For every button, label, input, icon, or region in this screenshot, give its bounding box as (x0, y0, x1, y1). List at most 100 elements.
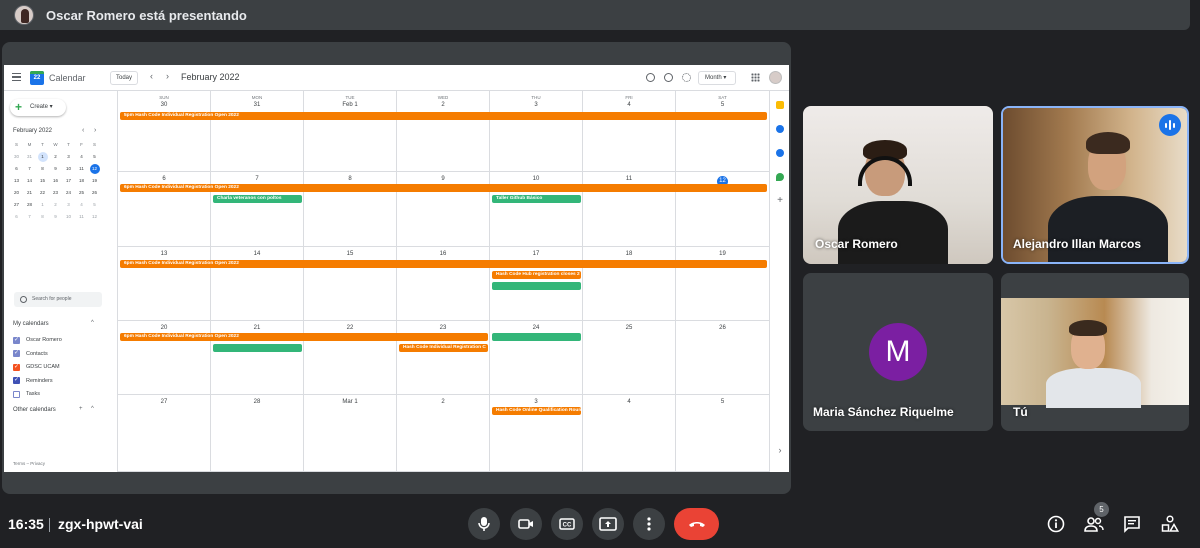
mini-day[interactable]: 12 (88, 163, 101, 175)
day-cell[interactable]: 28 (211, 395, 304, 472)
calendar-event[interactable]: Hash Code Online Qualification Roun (492, 407, 581, 415)
mini-day[interactable]: 11 (75, 163, 88, 175)
day-cell[interactable]: 16 (397, 247, 490, 321)
chevron-up-icon[interactable]: ^ (91, 406, 94, 412)
mini-day[interactable]: 16 (49, 175, 62, 187)
day-number[interactable]: 5 (676, 399, 769, 405)
mini-day[interactable]: 27 (10, 199, 23, 211)
chevron-up-icon[interactable]: ^ (91, 320, 94, 326)
mini-day[interactable]: 6 (10, 163, 23, 175)
checkbox-icon[interactable] (13, 390, 20, 398)
mini-day[interactable]: 4 (75, 151, 88, 163)
day-number[interactable]: 3 (490, 102, 582, 108)
calendar-checkbox-item[interactable]: ✓ GDSC UCAM (13, 362, 60, 372)
day-cell[interactable]: THU 3 (490, 91, 583, 172)
participant-tile-maria[interactable]: M Maria Sánchez Riquelme (803, 273, 993, 431)
day-cell[interactable]: MON 31 (211, 91, 304, 172)
mini-next-icon[interactable]: › (94, 127, 96, 134)
present-screen-button[interactable] (592, 508, 624, 540)
settings-gear-icon[interactable] (682, 73, 691, 82)
calendar-event[interactable]: 6pm Hash Code Individual Registration Op… (120, 260, 767, 268)
calendar-event[interactable] (492, 282, 581, 290)
calendar-event[interactable]: Taller Github Básico (492, 195, 581, 203)
day-number[interactable]: 6 (118, 176, 210, 182)
participant-tile-alejandro[interactable]: Alejandro Illan Marcos (1001, 106, 1189, 264)
create-button[interactable]: + Create ▾ (10, 99, 66, 116)
mini-prev-icon[interactable]: ‹ (82, 127, 84, 134)
day-number[interactable]: 13 (118, 251, 210, 257)
day-number[interactable]: 21 (211, 325, 303, 331)
day-cell[interactable]: Mar 1 (304, 395, 397, 472)
day-number[interactable]: 2 (397, 399, 489, 405)
day-cell[interactable]: 15 (304, 247, 397, 321)
day-number[interactable]: Feb 1 (304, 102, 396, 108)
day-number[interactable]: 16 (397, 251, 489, 257)
self-view-tile[interactable]: Tú (1001, 273, 1189, 431)
view-select[interactable]: Month ▾ (698, 71, 736, 85)
day-number[interactable]: 24 (490, 325, 582, 331)
day-number[interactable]: 7 (211, 176, 303, 182)
participant-tile-oscar[interactable]: Oscar Romero (803, 106, 993, 264)
mini-day[interactable]: 10 (62, 211, 75, 223)
calendar-event[interactable]: Hash Code Hub registration closes 2 (492, 271, 581, 279)
day-number[interactable]: 20 (118, 325, 210, 331)
mini-day[interactable]: 30 (10, 151, 23, 163)
calendar-event[interactable]: Charla veteranos con poltos (213, 195, 302, 203)
camera-button[interactable] (510, 508, 542, 540)
maps-icon[interactable] (776, 173, 784, 181)
day-number[interactable]: 3 (490, 399, 582, 405)
mini-day[interactable]: 2 (49, 199, 62, 211)
day-number[interactable]: 15 (304, 251, 396, 257)
mini-day[interactable]: 31 (23, 151, 36, 163)
mini-day[interactable]: 1 (36, 151, 49, 163)
day-cell[interactable]: 18 (583, 247, 676, 321)
apps-grid-icon[interactable] (751, 73, 760, 82)
mini-day[interactable]: 18 (75, 175, 88, 187)
day-number[interactable]: 10 (490, 176, 582, 182)
day-cell[interactable]: SAT 5 (676, 91, 769, 172)
day-number[interactable]: 11 (583, 176, 675, 182)
more-options-button[interactable] (633, 508, 665, 540)
mini-day[interactable]: 3 (62, 199, 75, 211)
mini-day[interactable]: 12 (88, 211, 101, 223)
mini-day[interactable]: 11 (75, 211, 88, 223)
mini-day[interactable]: 24 (62, 187, 75, 199)
day-cell[interactable]: FRI 4 (583, 91, 676, 172)
mini-day[interactable]: 13 (10, 175, 23, 187)
expand-panel-icon[interactable]: › (776, 446, 784, 455)
day-number[interactable]: 26 (676, 325, 769, 331)
day-number[interactable]: 4 (583, 102, 675, 108)
mini-day[interactable]: 17 (62, 175, 75, 187)
day-number[interactable]: 30 (118, 102, 210, 108)
day-number[interactable]: 27 (118, 399, 210, 405)
mini-day[interactable]: 1 (36, 199, 49, 211)
keep-icon[interactable] (776, 101, 784, 109)
calendar-checkbox-item[interactable]: Tasks (13, 389, 40, 399)
day-number[interactable]: Mar 1 (304, 399, 396, 405)
mini-day[interactable]: 10 (62, 163, 75, 175)
mini-day[interactable]: 3 (62, 151, 75, 163)
day-cell[interactable]: 25 (583, 321, 676, 395)
calendar-event[interactable] (492, 333, 581, 341)
day-number[interactable]: 19 (676, 251, 769, 257)
calendar-event[interactable]: 6pm Hash Code Individual Registration Op… (120, 333, 488, 341)
day-cell[interactable]: TUE Feb 1 (304, 91, 397, 172)
today-button[interactable]: Today (110, 71, 138, 85)
mini-day[interactable]: 22 (36, 187, 49, 199)
mini-day[interactable]: 9 (49, 211, 62, 223)
search-people-input[interactable]: Search for people (14, 292, 102, 307)
mini-day[interactable]: 5 (88, 151, 101, 163)
checkbox-icon[interactable]: ✓ (13, 363, 20, 371)
day-cell[interactable]: 14 (211, 247, 304, 321)
day-number[interactable]: 31 (211, 102, 303, 108)
mini-day[interactable]: 4 (75, 199, 88, 211)
meeting-code[interactable]: zgx-hpwt-vai (58, 516, 143, 532)
microphone-button[interactable] (468, 508, 500, 540)
account-avatar[interactable] (769, 71, 782, 84)
other-calendars-title[interactable]: Other calendars (13, 407, 56, 413)
day-number[interactable]: 5 (676, 102, 769, 108)
mini-day[interactable]: 7 (23, 163, 36, 175)
meeting-details-button[interactable] (1045, 513, 1067, 535)
mini-day[interactable]: 20 (10, 187, 23, 199)
day-cell[interactable]: 19 (676, 247, 769, 321)
